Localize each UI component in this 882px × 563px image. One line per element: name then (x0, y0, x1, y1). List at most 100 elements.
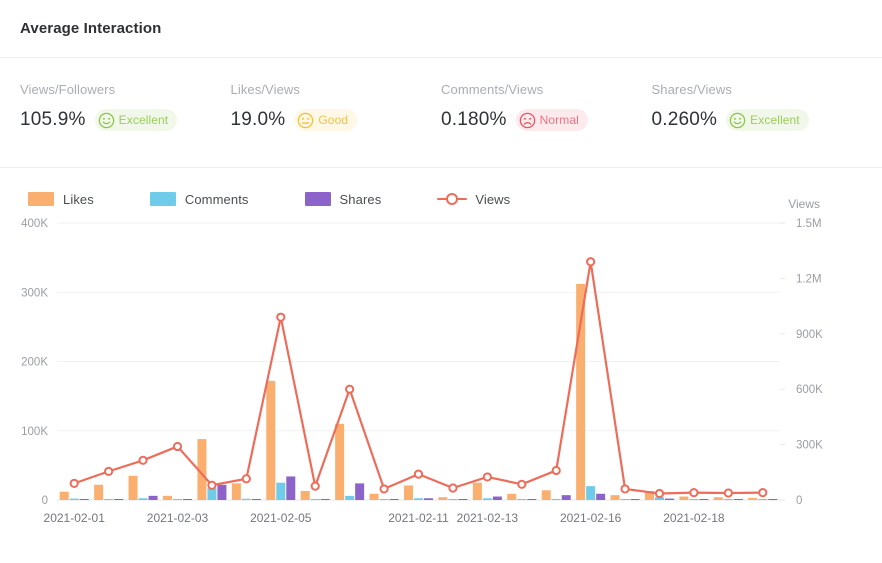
bar-comments[interactable] (483, 498, 492, 500)
views-point[interactable] (759, 489, 766, 496)
bar-shares[interactable] (493, 497, 502, 500)
views-point[interactable] (415, 471, 422, 478)
bar-comments[interactable] (517, 499, 526, 500)
x-axis-label: 2021-02-13 (457, 511, 519, 525)
metric-shares-views: Shares/Views 0.260% Excellent (652, 82, 863, 167)
bar-comments[interactable] (689, 499, 698, 500)
views-point[interactable] (71, 480, 78, 487)
bar-likes[interactable] (438, 497, 447, 500)
page-title: Average Interaction (20, 20, 161, 37)
x-axis-label: 2021-02-03 (147, 511, 209, 525)
bar-likes[interactable] (301, 491, 310, 500)
bar-likes[interactable] (473, 483, 482, 500)
bar-comments[interactable] (414, 498, 423, 500)
views-point[interactable] (208, 482, 215, 489)
views-point[interactable] (587, 258, 594, 265)
bar-shares[interactable] (114, 499, 123, 500)
svg-text:600K: 600K (796, 384, 823, 396)
chart-svg[interactable]: 0100K200K300K400K0300K600K900K1.2M1.5M20… (0, 212, 882, 532)
bar-comments[interactable] (311, 499, 320, 500)
bar-comments[interactable] (345, 496, 354, 500)
bar-comments[interactable] (173, 499, 182, 500)
bar-shares[interactable] (734, 499, 743, 500)
bar-comments[interactable] (758, 499, 767, 500)
bar-shares[interactable] (217, 485, 226, 500)
views-point[interactable] (346, 386, 353, 393)
bar-comments[interactable] (621, 499, 630, 500)
bar-comments[interactable] (207, 488, 216, 500)
views-point[interactable] (277, 314, 284, 321)
bar-shares[interactable] (562, 495, 571, 500)
bar-comments[interactable] (448, 499, 457, 500)
bar-comments[interactable] (552, 499, 561, 500)
views-point[interactable] (553, 467, 560, 474)
bar-shares[interactable] (252, 499, 261, 500)
views-line[interactable] (74, 262, 763, 494)
views-point[interactable] (380, 485, 387, 492)
bar-shares[interactable] (149, 496, 158, 500)
bar-shares[interactable] (286, 476, 295, 500)
bar-comments[interactable] (242, 499, 251, 500)
bar-likes[interactable] (507, 494, 516, 500)
status-badge: Excellent (95, 109, 178, 131)
bar-likes[interactable] (748, 498, 757, 500)
bar-likes[interactable] (335, 424, 344, 500)
bar-likes[interactable] (611, 495, 620, 500)
views-point[interactable] (105, 468, 112, 475)
metric-views-followers: Views/Followers 105.9% Excellent (20, 82, 231, 167)
svg-text:400K: 400K (21, 218, 48, 230)
bar-comments[interactable] (70, 499, 79, 500)
x-axis-label: 2021-02-05 (250, 511, 312, 525)
views-point[interactable] (174, 443, 181, 450)
bar-shares[interactable] (321, 499, 330, 500)
bar-shares[interactable] (596, 494, 605, 500)
bar-comments[interactable] (586, 486, 595, 500)
bar-shares[interactable] (768, 499, 777, 500)
bar-likes[interactable] (679, 497, 688, 500)
bar-likes[interactable] (94, 485, 103, 500)
bar-shares[interactable] (665, 499, 674, 500)
bar-shares[interactable] (390, 499, 399, 500)
views-point[interactable] (243, 475, 250, 482)
views-point[interactable] (621, 485, 628, 492)
bar-comments[interactable] (139, 498, 148, 500)
bar-comments[interactable] (724, 499, 733, 500)
legend-item-likes[interactable]: Likes (28, 192, 94, 207)
bar-shares[interactable] (699, 499, 708, 500)
bar-likes[interactable] (542, 490, 551, 500)
legend-item-shares[interactable]: Shares (305, 192, 382, 207)
views-point[interactable] (518, 481, 525, 488)
bar-likes[interactable] (404, 485, 413, 500)
views-point[interactable] (484, 473, 491, 480)
views-point[interactable] (690, 489, 697, 496)
bar-comments[interactable] (380, 499, 389, 500)
bar-likes[interactable] (714, 497, 723, 500)
chart-legend: Likes Comments Shares Views (0, 168, 882, 212)
views-point[interactable] (139, 457, 146, 464)
bar-likes[interactable] (163, 496, 172, 500)
bar-likes[interactable] (266, 381, 275, 500)
legend-item-views[interactable]: Views (437, 192, 510, 207)
bar-shares[interactable] (424, 498, 433, 500)
svg-text:1.2M: 1.2M (796, 273, 822, 285)
bar-likes[interactable] (232, 483, 241, 500)
status-badge-label: Normal (540, 113, 579, 127)
bar-shares[interactable] (527, 499, 536, 500)
views-point[interactable] (656, 490, 663, 497)
bar-likes[interactable] (60, 492, 69, 500)
views-point[interactable] (725, 489, 732, 496)
bar-likes[interactable] (370, 494, 379, 500)
bar-shares[interactable] (631, 499, 640, 500)
bar-comments[interactable] (276, 483, 285, 500)
metric-label: Comments/Views (441, 82, 652, 97)
average-interaction-card: Average Interaction Views/Followers 105.… (0, 0, 882, 563)
bar-shares[interactable] (458, 499, 467, 500)
bar-shares[interactable] (183, 499, 192, 500)
views-point[interactable] (312, 483, 319, 490)
legend-item-comments[interactable]: Comments (150, 192, 249, 207)
views-point[interactable] (449, 484, 456, 491)
bar-shares[interactable] (355, 483, 364, 500)
bar-likes[interactable] (129, 476, 138, 500)
bar-shares[interactable] (80, 499, 89, 500)
bar-comments[interactable] (104, 499, 113, 500)
